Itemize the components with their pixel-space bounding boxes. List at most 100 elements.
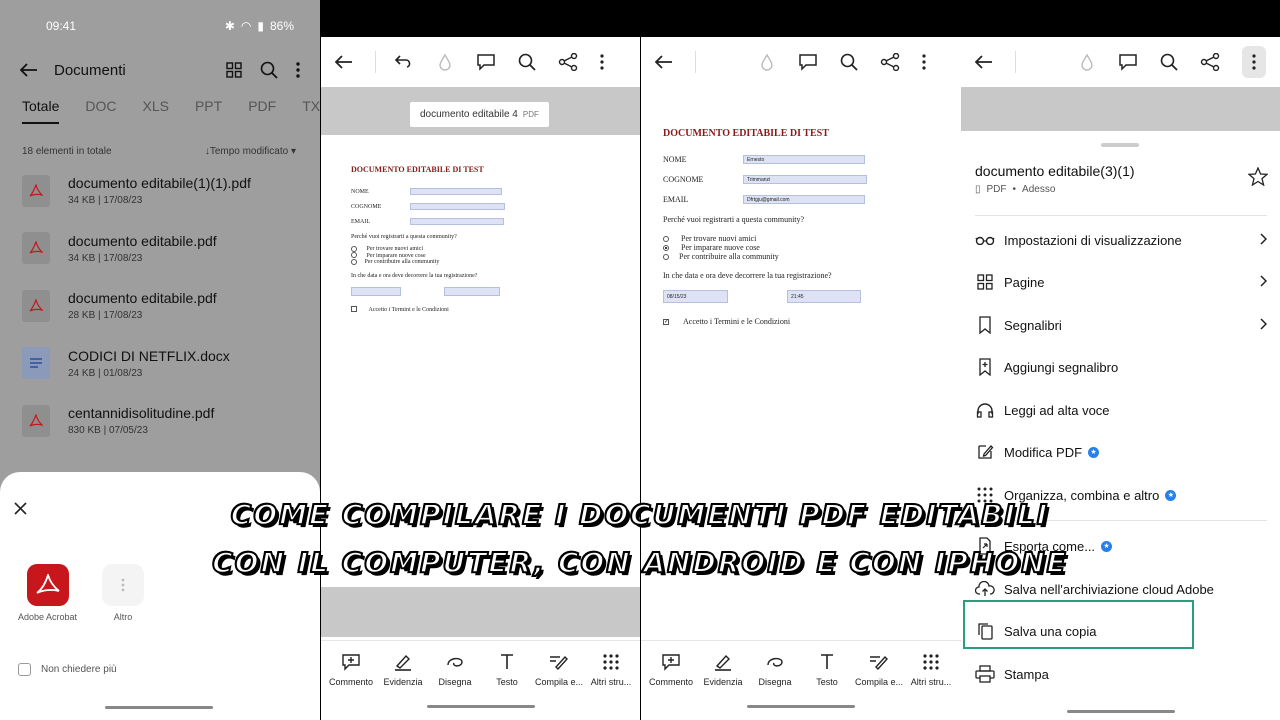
menu-item-pages[interactable]: Pagine [975, 262, 1268, 302]
file-meta: 34 KB | 17/08/23 [68, 252, 143, 264]
organize-grid-icon [975, 486, 995, 504]
status-bar: 09:41 ✱ ◠ ▮ 86% [0, 0, 320, 52]
tool-altri[interactable]: Altri stru... [905, 641, 957, 700]
app-option-altro[interactable]: Altro [102, 564, 144, 622]
tab-ppt[interactable]: PPT [195, 98, 222, 122]
menu-item-view-settings[interactable]: Impostazioni di visualizzazione [975, 220, 1268, 260]
home-indicator [427, 705, 535, 708]
time-field[interactable] [444, 287, 500, 297]
tool-disegna[interactable]: Disegna [749, 641, 801, 700]
radio-option-3[interactable] [663, 254, 669, 261]
comment-icon[interactable] [1118, 53, 1138, 71]
sort-control[interactable]: ↓Tempo modificato ▾ [205, 146, 296, 157]
menu-item-save-copy[interactable]: Salva una copia [975, 611, 1267, 651]
list-item[interactable]: documento editabile.pdf 28 KB | 17/08/23 [0, 277, 320, 335]
back-arrow-icon[interactable] [20, 63, 38, 77]
close-icon[interactable] [14, 502, 27, 515]
comment-icon[interactable] [798, 53, 818, 71]
tab-doc[interactable]: DOC [85, 98, 116, 122]
date-field[interactable]: 08/15/23 [663, 290, 728, 303]
list-item[interactable]: documento editabile(1)(1).pdf 34 KB | 17/… [0, 162, 320, 220]
date-field[interactable] [351, 287, 401, 297]
radio-option-2-selected[interactable] [663, 245, 669, 252]
menu-item-read-aloud[interactable]: Leggi ad alta voce [975, 390, 1267, 430]
page-title: Documenti [54, 61, 126, 79]
cloud-upload-icon [975, 581, 995, 597]
search-icon[interactable] [518, 53, 536, 71]
cognome-field[interactable] [410, 203, 505, 210]
share-icon[interactable] [880, 53, 900, 71]
app-option-adobe-acrobat[interactable]: Adobe Acrobat [18, 564, 77, 622]
checkbox-box[interactable] [18, 663, 31, 676]
more-vert-icon[interactable] [296, 61, 300, 79]
tool-evidenzia[interactable]: Evidenzia [377, 641, 429, 700]
menu-item-edit-pdf[interactable]: Modifica PDF ★ [975, 432, 1267, 472]
tab-txt[interactable]: TXT [302, 98, 320, 122]
nome-field[interactable]: Ernesto [743, 154, 865, 164]
tab-totale[interactable]: Totale [22, 98, 60, 124]
signal-icon: ▮ [257, 19, 264, 33]
tab-pdf[interactable]: PDF [248, 98, 276, 122]
items-count: 18 elementi in totale [22, 145, 112, 157]
share-icon[interactable] [1200, 53, 1220, 71]
nome-field[interactable] [410, 188, 502, 195]
tool-commento[interactable]: Commento [325, 641, 377, 700]
email-field[interactable] [410, 218, 504, 225]
sheet-handle[interactable] [1101, 143, 1139, 147]
radio-option-2[interactable] [351, 252, 357, 259]
liquid-mode-icon[interactable] [758, 53, 776, 71]
menu-item-bookmarks[interactable]: Segnalibri [975, 305, 1268, 345]
tool-altri[interactable]: Altri stru... [585, 641, 637, 700]
printer-icon [975, 665, 995, 683]
dont-ask-again-checkbox[interactable]: Non chiedere più [18, 663, 117, 676]
star-icon[interactable] [1248, 167, 1268, 186]
glasses-icon [975, 235, 995, 245]
more-vert-icon[interactable] [1241, 46, 1266, 78]
app-label: Altro [113, 612, 133, 622]
radio-option-1[interactable] [663, 236, 669, 243]
search-icon[interactable] [260, 61, 278, 79]
cognome-field[interactable]: Trimmanzi [743, 174, 867, 184]
grid-view-icon[interactable] [226, 61, 242, 79]
apps-grid-icon [922, 653, 940, 671]
bottom-tools: Commento Evidenzia Disegna Testo Compila… [641, 640, 961, 700]
terms-checkbox-checked[interactable]: ✓ [663, 319, 669, 326]
more-vert-icon[interactable] [600, 54, 604, 70]
tool-testo[interactable]: Testo [481, 641, 533, 700]
list-item[interactable]: CODICI DI NETFLIX.docx 24 KB | 01/08/23 [0, 335, 320, 393]
tool-compila[interactable]: Compila e... [853, 641, 905, 700]
back-arrow-icon[interactable] [335, 55, 353, 69]
pdf-viewer-blank-panel: documento editabile 4 PDF DOCUMENTO EDITA… [321, 0, 640, 720]
tool-commento[interactable]: Commento [645, 641, 697, 700]
liquid-mode-icon[interactable] [436, 53, 454, 71]
search-icon[interactable] [1160, 53, 1178, 71]
terms-checkbox[interactable] [351, 306, 357, 313]
share-icon[interactable] [558, 53, 578, 71]
back-arrow-icon[interactable] [655, 55, 673, 69]
tool-disegna[interactable]: Disegna [429, 641, 481, 700]
text-icon [819, 653, 835, 671]
comment-icon[interactable] [476, 53, 496, 71]
tool-testo[interactable]: Testo [801, 641, 853, 700]
liquid-mode-icon[interactable] [1078, 53, 1096, 71]
list-item[interactable]: centannidisolitudine.pdf 830 KB | 07/05/2… [0, 392, 320, 450]
undo-icon[interactable] [394, 54, 414, 70]
add-comment-icon [341, 653, 361, 671]
more-vert-icon[interactable] [922, 54, 926, 70]
search-icon[interactable] [840, 53, 858, 71]
home-indicator [747, 705, 855, 708]
list-item[interactable]: documento editabile.pdf 34 KB | 17/08/23 [0, 220, 320, 278]
menu-item-print[interactable]: Stampa [975, 654, 1267, 694]
menu-item-export[interactable]: Esporta come... ★ [975, 526, 1267, 566]
menu-item-add-bookmark[interactable]: Aggiungi segnalibro [975, 347, 1267, 387]
tool-evidenzia[interactable]: Evidenzia [697, 641, 749, 700]
tool-compila[interactable]: Compila e... [533, 641, 585, 700]
back-arrow-icon[interactable] [975, 55, 993, 69]
radio-option-1[interactable] [351, 246, 357, 252]
tab-xls[interactable]: XLS [142, 98, 168, 122]
menu-item-organize[interactable]: Organizza, combina e altro ★ [975, 475, 1267, 515]
email-field[interactable]: Dfrtgju@gmail.com [743, 194, 865, 204]
status-area [961, 0, 1280, 37]
radio-option-3[interactable] [351, 258, 357, 265]
time-field[interactable]: 21:45 [787, 290, 861, 303]
